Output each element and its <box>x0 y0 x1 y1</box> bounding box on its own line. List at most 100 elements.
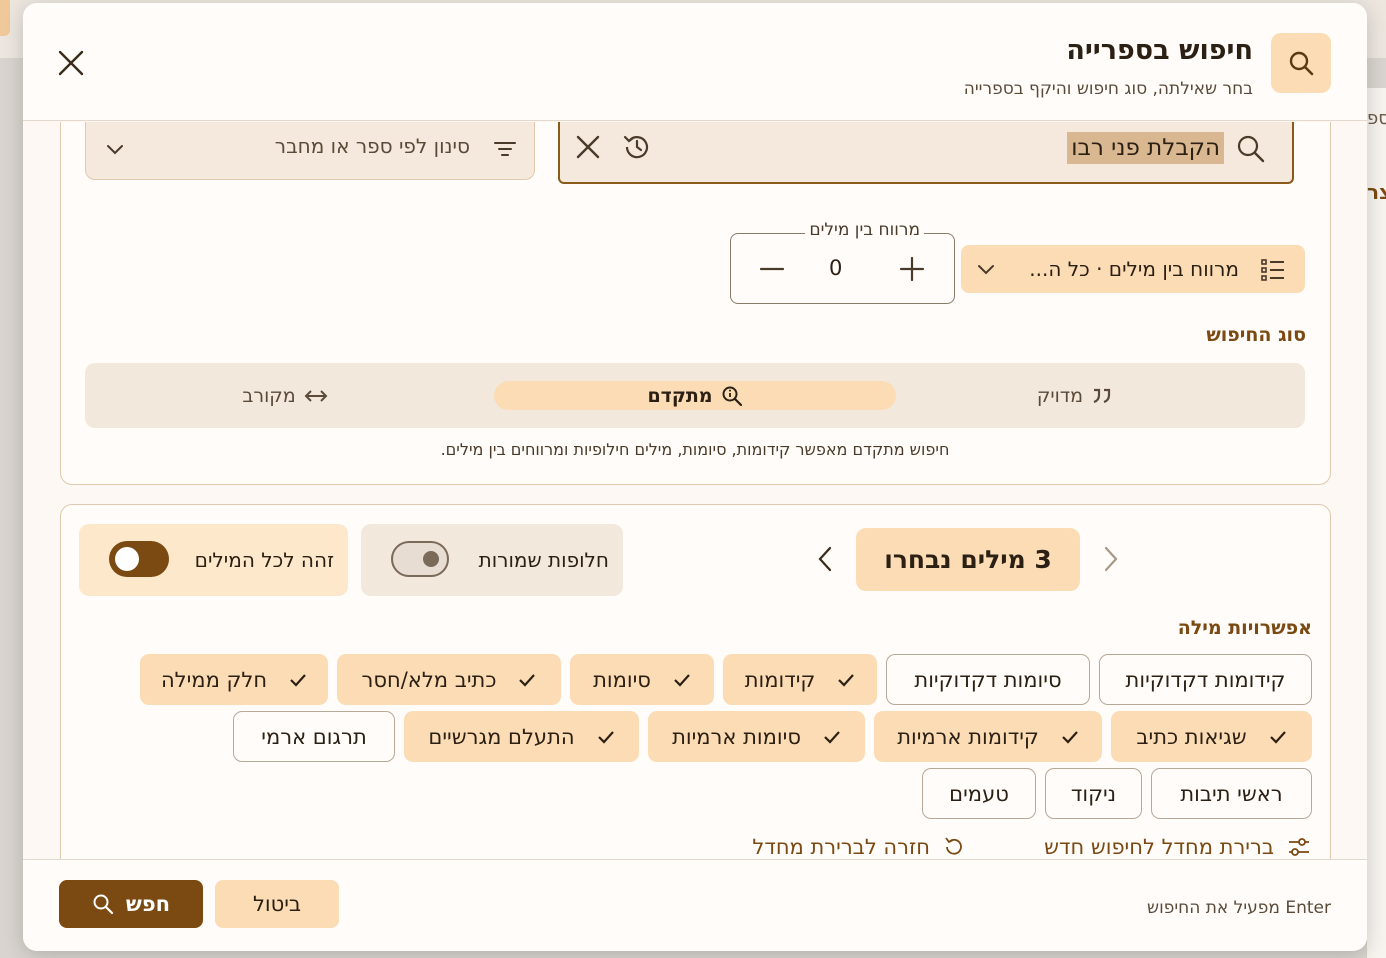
search-type-title: סוג החיפוש <box>1206 324 1306 346</box>
app-background-text: צר <box>1367 180 1386 204</box>
search-icon <box>1271 33 1331 93</box>
chip-aramaic-prefixes[interactable]: קידומות ארמיות <box>874 711 1102 762</box>
chip-typos[interactable]: שגיאות כתיב <box>1111 711 1312 762</box>
check-icon <box>1269 730 1286 744</box>
dialog-body[interactable]: הקבלת פני רבו סינון לפי ספר או מחבר מרוו… <box>23 122 1367 859</box>
word-gap-value[interactable]: 0 <box>829 256 842 280</box>
chip-aramaic-suffixes[interactable]: סיומות ארמיות <box>648 711 865 762</box>
quote-icon <box>1093 388 1111 403</box>
selected-words-pill[interactable]: 3 מילים נבחרו <box>856 528 1080 591</box>
search-mode-label: מרווח בין מילים · כל ה... <box>1029 257 1239 281</box>
chip-aramaic-translation[interactable]: תרגום ארמי <box>233 711 395 762</box>
dialog-title: חיפוש בספרייה <box>1066 35 1253 66</box>
toggle-all-words-switch[interactable] <box>109 541 169 577</box>
chip-ignore-gershayim[interactable]: התעלם מגרשיים <box>404 711 639 762</box>
check-icon <box>1062 730 1078 744</box>
segment-label: מתקדם <box>647 384 713 407</box>
chip-acronyms[interactable]: ראשי תיבות <box>1151 768 1312 819</box>
toggle-all-words-label: זהה לכל המילים <box>194 548 334 572</box>
cancel-button[interactable]: ביטול <box>215 880 339 928</box>
toggle-thumb <box>423 551 439 567</box>
chip-label: חלק ממילה <box>160 667 268 692</box>
clear-icon[interactable] <box>574 133 602 161</box>
swap-horizontal-icon <box>304 389 328 402</box>
chip-grammar-suffixes[interactable]: סיומות דקדוקיות <box>886 654 1090 705</box>
check-icon <box>838 673 855 687</box>
chip-label: קידומות דקדוקיות <box>1125 667 1286 692</box>
segment-exact[interactable]: מדויק <box>945 381 1205 410</box>
chip-cantillation[interactable]: טעמים <box>922 768 1036 819</box>
chip-label: כתיב מלא/חסר <box>361 667 497 692</box>
set-default-label: ברירת מחדל לחיפוש חדש <box>1044 835 1274 859</box>
word-gap-legend: מרווח בין מילים <box>805 220 924 240</box>
chip-partial-word[interactable]: חלק ממילה <box>140 654 328 705</box>
reset-icon <box>945 837 962 855</box>
search-mode-dropdown[interactable]: מרווח בין מילים · כל ה... <box>961 245 1305 293</box>
chip-grammar-prefixes[interactable]: קידומות דקדוקיות <box>1099 654 1312 705</box>
segment-label: מקורב <box>242 384 296 407</box>
chip-label: ראשי תיבות <box>1180 781 1283 806</box>
chevron-down-icon <box>107 145 123 155</box>
search-icon <box>93 894 114 915</box>
search-button-label: חפש <box>125 892 171 916</box>
dialog-header: חיפוש בספרייה בחר שאילתה, סוג חיפוש והיק… <box>23 3 1367 121</box>
toggle-reserved-switch[interactable] <box>391 541 449 577</box>
chip-label: קידומות <box>744 667 816 692</box>
zoom-info-icon <box>722 386 742 406</box>
search-query-text[interactable]: הקבלת פני רבו <box>1067 132 1224 164</box>
word-gap-stepper: מרווח בין מילים 0 <box>730 220 955 304</box>
plus-icon[interactable] <box>897 254 927 284</box>
close-icon[interactable] <box>55 47 87 79</box>
app-background-text: ספ <box>1367 108 1386 129</box>
search-type-help: חיפוש מתקדם מאפשר קידומות, סיומות, מילים… <box>440 440 950 459</box>
segment-approximate[interactable]: מקורב <box>195 381 375 410</box>
toggle-reserved-label: חלופות שמורות <box>478 548 609 572</box>
dialog-footer: Enter מפעיל את החיפוש ביטול חפש <box>23 859 1367 951</box>
check-icon <box>519 673 536 687</box>
chip-label: סיומות דקדוקיות <box>914 667 1062 692</box>
chevron-right-icon[interactable] <box>1099 544 1121 574</box>
filter-icon <box>494 142 516 156</box>
sliders-icon <box>1289 838 1309 856</box>
chip-label: סיומות ארמיות <box>672 724 801 749</box>
search-button[interactable]: חפש <box>59 880 203 928</box>
history-icon[interactable] <box>620 131 652 163</box>
search-icon <box>1237 135 1265 163</box>
search-input[interactable]: הקבלת פני רבו <box>558 122 1294 184</box>
chevron-down-icon <box>978 265 994 275</box>
segment-label: מדויק <box>1036 384 1084 407</box>
app-background-chip <box>0 0 10 36</box>
reset-default-label: חזרה לברירת מחדל <box>752 835 930 859</box>
reset-default-link[interactable]: חזרה לברירת מחדל <box>752 835 966 859</box>
chip-label: שגיאות כתיב <box>1136 724 1247 749</box>
segment-advanced[interactable]: מתקדם <box>494 381 896 410</box>
chip-label: טעמים <box>949 781 1009 806</box>
chip-label: ניקוד <box>1070 781 1117 806</box>
toggle-reserved-card[interactable]: חלופות שמורות <box>361 524 623 596</box>
set-default-link[interactable]: ברירת מחדל לחיפוש חדש <box>1044 835 1312 859</box>
library-search-dialog: חיפוש בספרייה בחר שאילתה, סוג חיפוש והיק… <box>23 3 1367 951</box>
word-options-panel: זהה לכל המילים חלופות שמורות 3 מילים נבח… <box>60 504 1331 859</box>
app-background-panel <box>1366 88 1386 958</box>
chip-label: קידומות ארמיות <box>897 724 1039 749</box>
chip-suffixes[interactable]: סיומות <box>570 654 714 705</box>
search-type-segmented: מדויק מתקדם מקורב <box>85 363 1305 428</box>
word-options-title: אפשרויות מילה <box>1177 617 1312 639</box>
chip-label: סיומות <box>593 667 651 692</box>
book-author-filter[interactable]: סינון לפי ספר או מחבר <box>85 122 535 180</box>
chevron-left-icon[interactable] <box>815 544 837 574</box>
chip-vowels[interactable]: ניקוד <box>1045 768 1142 819</box>
check-icon <box>824 730 840 744</box>
toggle-all-words-card[interactable]: זהה לכל המילים <box>79 524 348 596</box>
check-icon <box>290 673 306 687</box>
check-icon <box>597 730 614 744</box>
toggle-thumb <box>115 547 139 571</box>
keyboard-hint: Enter מפעיל את החיפוש <box>1147 898 1331 918</box>
chip-label: תרגום ארמי <box>261 724 367 749</box>
check-icon <box>674 673 690 687</box>
chip-label: התעלם מגרשיים <box>428 724 575 749</box>
list-icon <box>1261 259 1284 281</box>
minus-icon[interactable] <box>757 254 787 284</box>
chip-prefixes[interactable]: קידומות <box>723 654 877 705</box>
chip-plene-spelling[interactable]: כתיב מלא/חסר <box>337 654 561 705</box>
